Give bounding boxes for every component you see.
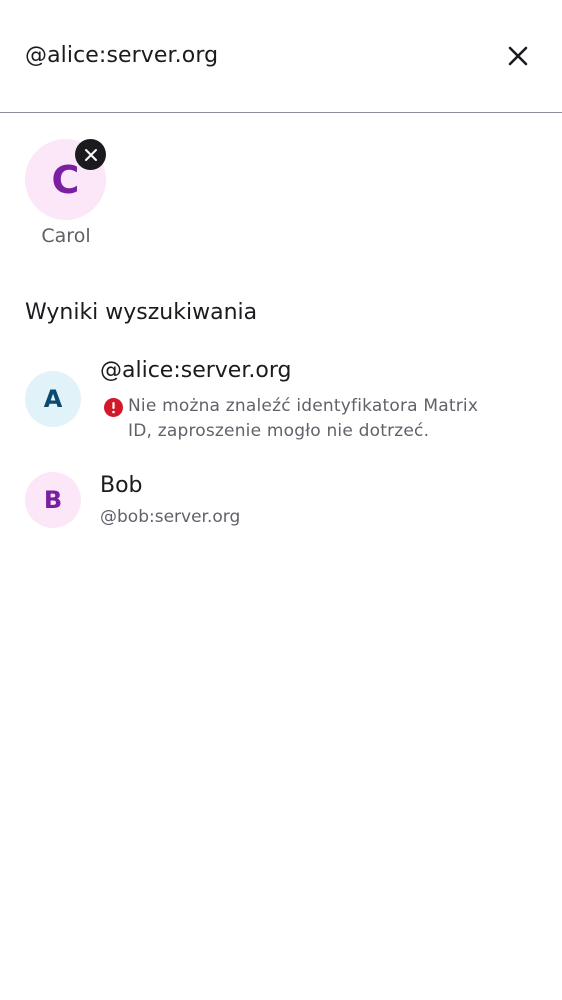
section-title: Wyniki wyszukiwania xyxy=(25,300,258,325)
remove-selected-user-button[interactable] xyxy=(75,139,106,170)
close-icon xyxy=(508,46,528,66)
avatar-initial: B xyxy=(43,486,63,514)
error-icon xyxy=(104,398,123,417)
search-bar: @alice:server.org xyxy=(0,0,562,113)
avatar-initial: A xyxy=(43,385,63,413)
result-title: Bob xyxy=(100,473,143,498)
avatar: B xyxy=(25,472,81,528)
invite-people-screen: @alice:server.org C Carol Wyniki wyszuki… xyxy=(0,0,562,1000)
search-input[interactable]: @alice:server.org xyxy=(25,41,218,71)
avatar-initial: C xyxy=(51,157,80,202)
result-subtitle: @bob:server.org xyxy=(100,507,241,527)
avatar: A xyxy=(25,371,81,427)
close-icon xyxy=(84,148,97,161)
selected-user-name: Carol xyxy=(41,225,91,247)
result-title: @alice:server.org xyxy=(100,358,292,383)
clear-search-button[interactable] xyxy=(498,36,538,76)
selected-user-chip[interactable]: C Carol xyxy=(25,139,107,254)
warning-text: Nie można znaleźć identyfikatora Matrix … xyxy=(128,396,479,441)
